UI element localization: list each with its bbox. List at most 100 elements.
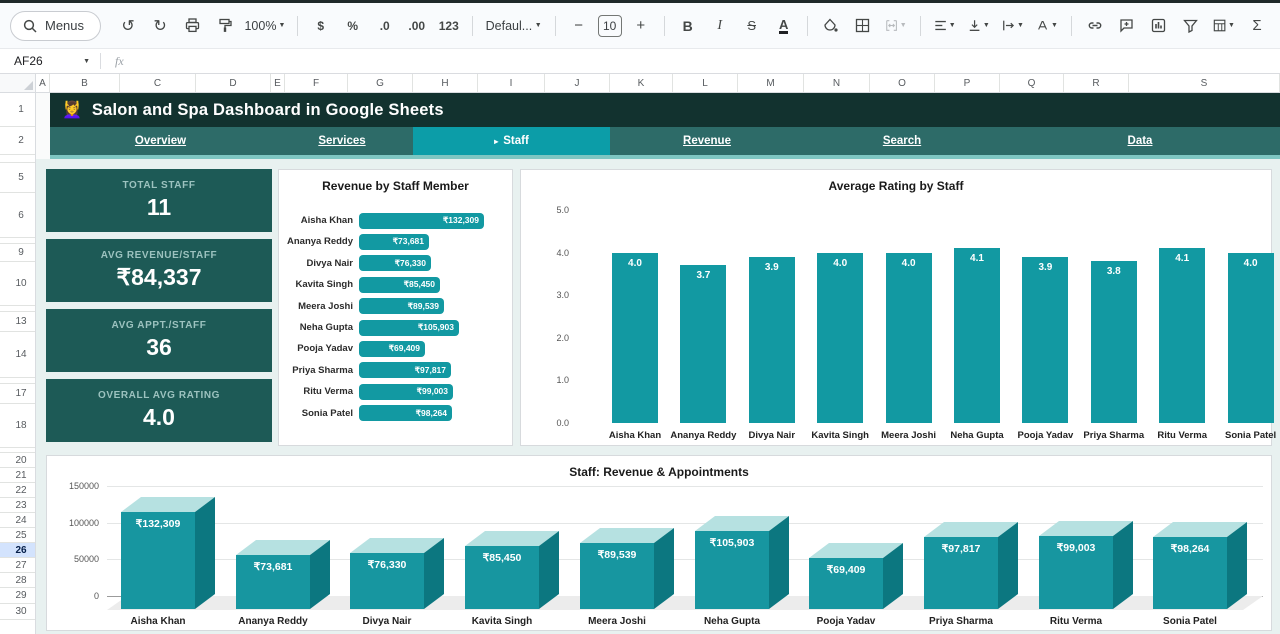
menus-search-button[interactable]: Menus: [10, 11, 101, 41]
horizontal-align-button[interactable]: ▼: [931, 13, 959, 39]
row-header-18[interactable]: 18: [0, 404, 35, 448]
decrease-font-size-button[interactable]: −: [566, 13, 592, 39]
column-header-S[interactable]: S: [1129, 74, 1280, 92]
row-header-5[interactable]: 5: [0, 163, 35, 193]
print-button[interactable]: [179, 13, 205, 39]
chevron-down-icon: ▼: [535, 22, 542, 29]
row-header-17[interactable]: 17: [0, 384, 35, 404]
row-header-14[interactable]: 14: [0, 332, 35, 378]
bold-button[interactable]: B: [675, 13, 701, 39]
column-header-R[interactable]: R: [1064, 74, 1129, 92]
paint-format-button[interactable]: [211, 13, 237, 39]
row-header-30[interactable]: 30: [0, 604, 35, 620]
text-color-button[interactable]: A: [771, 13, 797, 39]
vertical-align-button[interactable]: ▼: [965, 13, 993, 39]
row-header-28[interactable]: 28: [0, 573, 35, 588]
column-header-F[interactable]: F: [285, 74, 348, 92]
column-header-N[interactable]: N: [804, 74, 870, 92]
decrease-decimal-button[interactable]: .0: [372, 13, 398, 39]
row-header-25[interactable]: 25: [0, 528, 35, 543]
row-header-2[interactable]: 2: [0, 127, 35, 155]
font-select[interactable]: Defaul... ▼: [483, 13, 545, 39]
column-header-M[interactable]: M: [738, 74, 804, 92]
tab-revenue[interactable]: Revenue: [610, 127, 804, 155]
number-format-button[interactable]: 123: [436, 13, 462, 39]
table-views-button[interactable]: ▼: [1210, 13, 1238, 39]
row-header-27[interactable]: 27: [0, 558, 35, 573]
row-header-1[interactable]: 1: [0, 93, 35, 127]
tab-staff[interactable]: ▸Staff: [413, 127, 610, 155]
chart-average-rating-by-staff[interactable]: Average Rating by Staff5.04.03.02.01.00.…: [520, 169, 1272, 446]
column-header-E[interactable]: E: [271, 74, 285, 92]
redo-button[interactable]: ↻: [147, 13, 173, 39]
column-header-D[interactable]: D: [196, 74, 271, 92]
tab-overview[interactable]: Overview: [50, 127, 271, 155]
bar-category-label: Pooja Yadav: [279, 343, 359, 354]
chart-staff-revenue-appointments[interactable]: Staff: Revenue & Appointments15000010000…: [46, 455, 1272, 631]
row-header-10[interactable]: 10: [0, 262, 35, 306]
name-box[interactable]: AF26 ▼: [0, 54, 100, 68]
merge-cells-button[interactable]: ▼: [882, 13, 910, 39]
fill-color-icon: [823, 18, 838, 33]
active-tab-marker-icon: ▸: [494, 137, 498, 146]
row-header-hidden[interactable]: [0, 155, 35, 163]
column-header-B[interactable]: B: [50, 74, 120, 92]
row-header-21[interactable]: 21: [0, 468, 35, 483]
column-headers: ABCDEFGHIJKLMNOPQRS: [0, 74, 1280, 93]
format-currency-button[interactable]: $: [308, 13, 334, 39]
format-percent-button[interactable]: %: [340, 13, 366, 39]
column-header-I[interactable]: I: [478, 74, 545, 92]
column-header-A[interactable]: A: [36, 74, 50, 92]
kpi-value: 4.0: [143, 404, 175, 431]
tab-data[interactable]: Data: [1000, 127, 1280, 155]
text-rotation-button[interactable]: ▼: [1033, 13, 1061, 39]
tab-services[interactable]: Services: [271, 127, 413, 155]
functions-button[interactable]: Σ: [1244, 13, 1270, 39]
row-header-20[interactable]: 20: [0, 453, 35, 468]
row-header-hidden[interactable]: [0, 620, 35, 634]
select-all-corner[interactable]: [0, 74, 36, 92]
dashboard-tabs: Overview Services ▸StaffRevenueSearchData: [50, 127, 1280, 155]
column-header-P[interactable]: P: [935, 74, 1000, 92]
italic-button[interactable]: I: [707, 13, 733, 39]
bar-value-label: 3.9: [1022, 262, 1068, 273]
row-header-24[interactable]: 24: [0, 513, 35, 528]
column-header-K[interactable]: K: [610, 74, 673, 92]
row-header-13[interactable]: 13: [0, 312, 35, 332]
tab-label: Services: [318, 135, 365, 147]
column-header-C[interactable]: C: [120, 74, 196, 92]
strikethrough-button[interactable]: S: [739, 13, 765, 39]
tab-search[interactable]: Search: [804, 127, 1000, 155]
bar-value-label: ₹69,409: [389, 343, 420, 354]
column-header-J[interactable]: J: [545, 74, 610, 92]
divider: [1071, 16, 1072, 36]
undo-button[interactable]: ↺: [115, 13, 141, 39]
insert-link-button[interactable]: [1082, 13, 1108, 39]
y-axis-tick-label: 3.0: [529, 290, 569, 300]
bar-value-label: 4.1: [1159, 253, 1205, 264]
insert-chart-button[interactable]: [1146, 13, 1172, 39]
column-header-O[interactable]: O: [870, 74, 935, 92]
column-header-Q[interactable]: Q: [1000, 74, 1064, 92]
row-header-9[interactable]: 9: [0, 244, 35, 262]
increase-font-size-button[interactable]: +: [628, 13, 654, 39]
increase-decimal-button[interactable]: .00: [404, 13, 430, 39]
column-header-L[interactable]: L: [673, 74, 738, 92]
row-header-26[interactable]: 26: [0, 543, 35, 558]
column-header-G[interactable]: G: [348, 74, 413, 92]
borders-button[interactable]: [850, 13, 876, 39]
text-wrap-button[interactable]: ▼: [999, 13, 1027, 39]
row-header-6[interactable]: 6: [0, 193, 35, 238]
chevron-down-icon: ▼: [1017, 22, 1024, 29]
insert-comment-button[interactable]: [1114, 13, 1140, 39]
zoom-select[interactable]: 100% ▼: [243, 13, 287, 39]
row-header-23[interactable]: 23: [0, 498, 35, 513]
create-filter-button[interactable]: [1178, 13, 1204, 39]
chart-title: Staff: Revenue & Appointments: [47, 465, 1271, 479]
column-header-H[interactable]: H: [413, 74, 478, 92]
chart-revenue-by-staff[interactable]: Revenue by Staff MemberAisha Khan₹132,30…: [278, 169, 513, 446]
row-header-22[interactable]: 22: [0, 483, 35, 498]
font-size-input[interactable]: 10: [598, 15, 622, 37]
fill-color-button[interactable]: [818, 13, 844, 39]
row-header-29[interactable]: 29: [0, 588, 35, 604]
